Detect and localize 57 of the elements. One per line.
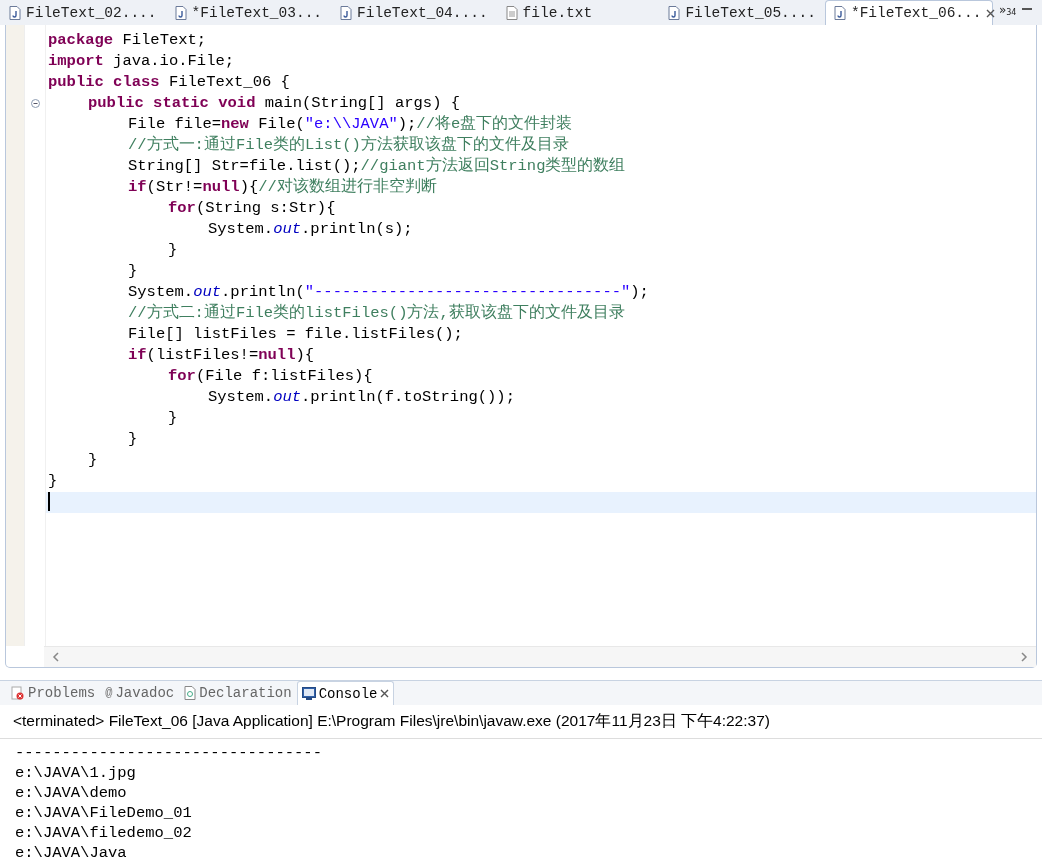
code-line: } — [128, 262, 138, 280]
code-line: } — [168, 241, 178, 259]
text-file-icon — [505, 5, 518, 20]
code-line: for(File f:listFiles){ — [168, 367, 373, 385]
console-status: <terminated> FileText_06 [Java Application] E:\Program Files\jre\bin\javaw.exe (2017年11月23日 下午4:22:37) — [0, 705, 1042, 739]
console-output-line: --------------------------------- — [15, 743, 323, 763]
code-line: } — [168, 409, 178, 427]
left-chevron-icon[interactable] — [52, 652, 59, 662]
console-output-line: e:\JAVA\demo — [15, 783, 128, 803]
console-output-line: e:\JAVA\Java — [15, 843, 128, 861]
code-line: public class FileText_06 { — [48, 73, 290, 91]
console-output-line: e:\JAVA\1.jpg — [15, 763, 137, 783]
java-file-icon — [340, 5, 353, 20]
code-line: System.out.println(s); — [208, 220, 413, 238]
code-line: } — [88, 451, 98, 469]
code-line: if(Str!=null){//对该数组进行非空判断 — [128, 178, 437, 196]
code-line: System.out.println(f.toString()); — [208, 388, 515, 406]
console-output-line: e:\JAVA\FileDemo_01 — [15, 803, 193, 823]
code-line: String[] Str=file.list();//giant方法返回String类型的数组 — [128, 157, 626, 175]
code-line: for(String s:Str){ — [168, 199, 336, 217]
editor-tab[interactable]: FileText_02.... — [0, 0, 166, 25]
tab-overflow-button[interactable]: »34 — [992, 0, 1023, 25]
code-line: } — [48, 472, 58, 490]
panel-tab[interactable]: Problems — [6, 681, 101, 705]
editor-tab[interactable]: file.txt — [496, 0, 660, 25]
right-chevron-icon[interactable] — [1021, 652, 1028, 662]
java-file-icon — [9, 5, 21, 20]
code-line: if(listFiles!=null){ — [128, 346, 315, 364]
java-file-icon — [833, 6, 846, 20]
code-line: } — [128, 430, 138, 448]
editor-tab[interactable]: *FileText_03... — [165, 0, 332, 25]
java-file-icon — [174, 5, 187, 20]
problems-icon — [11, 686, 25, 700]
code-line: //方式二:通过File类的listFiles()方法,获取该盘下的文件及目录 — [128, 304, 625, 322]
editor-tab[interactable]: *FileText_06... — [824, 0, 993, 25]
code-line: public static void main(String[] args) { — [88, 94, 461, 112]
code-line: //方式一:通过File类的List()方法获取该盘下的文件及目录 — [128, 136, 569, 154]
panel-tab[interactable]: Declaration — [179, 681, 297, 705]
editor-tab[interactable]: FileText_05.... — [659, 0, 825, 25]
editor-tab[interactable]: FileText_04.... — [331, 0, 497, 25]
panel-tab[interactable]: Console — [296, 681, 395, 705]
console-output-line: e:\JAVA\filedemo_02 — [15, 823, 193, 843]
java-file-icon — [668, 5, 681, 20]
panel-tab[interactable]: @ Javadoc — [100, 681, 180, 705]
console-icon — [301, 687, 316, 700]
code-line: System.out.println("---------------------------------"); — [128, 283, 649, 301]
code-line: File file=new File("e:\\JAVA");//将e盘下的文件封装 — [128, 115, 573, 133]
horizontal-scrollbar[interactable] — [44, 646, 1036, 667]
text-cursor — [48, 492, 50, 512]
close-icon[interactable] — [986, 8, 996, 18]
collapse-icon[interactable] — [30, 99, 40, 108]
at-sign-icon: @ — [105, 686, 113, 700]
declaration-icon — [184, 686, 197, 700]
code-line: package FileText; — [48, 31, 207, 49]
code-line: import java.io.File; — [48, 52, 235, 70]
close-icon[interactable] — [380, 689, 390, 698]
code-line: File[] listFiles = file.listFiles(); — [128, 325, 463, 343]
